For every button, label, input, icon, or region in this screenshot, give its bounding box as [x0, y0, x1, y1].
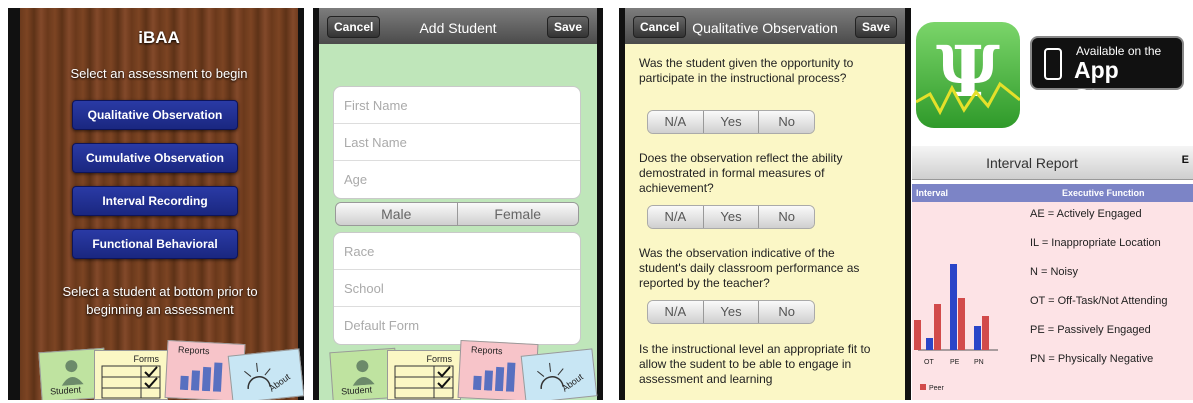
add-student-panel: Add Student Cancel Save First Name Last …	[313, 8, 603, 400]
nav-bar: Qualitative Observation Cancel Save	[625, 8, 905, 44]
checklist-icon	[394, 365, 454, 399]
app-store-caption: Available on the	[1076, 44, 1162, 58]
female-option[interactable]: Female	[456, 203, 578, 225]
bar-peer	[934, 304, 941, 350]
tab-forms[interactable]: Forms	[387, 350, 461, 400]
tab-bar: Student Forms Reports About	[319, 339, 598, 400]
legend-peer: Peer	[929, 385, 944, 392]
yes-option[interactable]: Yes	[702, 301, 759, 323]
bar-student	[926, 338, 933, 350]
legend-item: OT = Off-Task/Not Attending	[1030, 295, 1168, 307]
tab-student-label: Student	[340, 384, 373, 397]
app-store-label: App Store	[1074, 57, 1133, 110]
legend-item: IL = Inappropriate Location	[1030, 237, 1161, 249]
cancel-button[interactable]: Cancel	[327, 16, 381, 38]
student-icon	[352, 360, 375, 386]
name-fields-card: First Name Last Name Age	[333, 86, 581, 199]
tab-forms-label: Forms	[426, 354, 453, 364]
tab-bar: Student Forms Reports About	[20, 339, 304, 400]
header-interval: Interval	[916, 188, 949, 198]
interval-recording-button[interactable]: Interval Recording	[72, 186, 238, 216]
school-field[interactable]: School	[334, 270, 580, 307]
interval-chart: OT PE PN Peer	[912, 202, 1024, 400]
iphone-icon	[1044, 48, 1062, 80]
qualitative-observation-button[interactable]: Qualitative Observation	[72, 100, 238, 130]
yes-option[interactable]: Yes	[702, 206, 759, 228]
save-button[interactable]: Save	[854, 16, 897, 38]
app-logo-icon: Ψ	[916, 22, 1020, 128]
na-option[interactable]: N/A	[648, 301, 703, 323]
tick-pe: PE	[950, 359, 960, 366]
interval-report: Interval Report E Interval Executive Fun…	[912, 146, 1193, 400]
bar-peer	[982, 316, 989, 350]
bar-student	[974, 326, 981, 350]
tab-forms[interactable]: Forms	[94, 350, 168, 400]
default-form-field[interactable]: Default Form	[334, 307, 580, 344]
bar-chart-icon	[179, 362, 223, 392]
report-title: Interval Report	[986, 155, 1078, 171]
yes-option[interactable]: Yes	[702, 111, 759, 133]
interval-chart-svg: OT PE PN Peer	[914, 264, 998, 392]
tab-about[interactable]: About	[520, 348, 598, 400]
form-background: First Name Last Name Age Male Female Rac…	[319, 44, 598, 400]
answer-selector-2: N/A Yes No	[647, 205, 815, 229]
answer-selector-1: N/A Yes No	[647, 110, 815, 134]
question-1: Was the student given the opportunity to…	[639, 56, 854, 85]
assessment-prompt: Select an assessment to begin	[70, 66, 248, 81]
tab-reports-label: Reports	[470, 344, 503, 357]
first-name-field[interactable]: First Name	[334, 87, 580, 124]
header-executive-function: Executive Function	[1062, 188, 1145, 198]
questions-background: Was the student given the opportunity to…	[625, 44, 905, 400]
functional-behavioral-button[interactable]: Functional Behavioral	[72, 229, 238, 259]
race-field[interactable]: Race	[334, 233, 580, 270]
student-prompt: Select a student at bottom prior to begi…	[62, 284, 258, 317]
question-3: Was the observation indicative of the st…	[639, 246, 860, 290]
checklist-icon	[101, 365, 161, 399]
nav-bar: Add Student Cancel Save	[319, 8, 597, 44]
last-name-field[interactable]: Last Name	[334, 124, 580, 161]
legend-swatch	[920, 384, 926, 390]
question-4: Is the instructional level an appropriat…	[639, 342, 871, 386]
answer-selector-3: N/A Yes No	[647, 300, 815, 324]
no-option[interactable]: No	[758, 111, 814, 133]
app-title: iBAA	[138, 28, 180, 47]
details-fields-card: Race School Default Form	[333, 232, 581, 345]
bar-peer	[914, 320, 921, 350]
report-action-button[interactable]: E	[1182, 154, 1189, 166]
tab-reports-label: Reports	[177, 344, 210, 357]
home-screen-panel: iBAA Select an assessment to begin Quali…	[8, 8, 304, 400]
legend-item: PN = Physically Negative	[1030, 353, 1154, 365]
cumulative-observation-button[interactable]: Cumulative Observation	[72, 143, 238, 173]
tick-pn: PN	[974, 359, 984, 366]
behavior-legend: AE = Actively Engaged IL = Inappropriate…	[1024, 202, 1193, 400]
cancel-button[interactable]: Cancel	[633, 16, 687, 38]
question-2: Does the observation reflect the ability…	[639, 151, 843, 195]
legend-item: AE = Actively Engaged	[1030, 208, 1142, 220]
no-option[interactable]: No	[758, 301, 814, 323]
age-field[interactable]: Age	[334, 161, 580, 198]
no-option[interactable]: No	[758, 206, 814, 228]
na-option[interactable]: N/A	[648, 206, 703, 228]
wood-background: iBAA Select an assessment to begin Quali…	[20, 8, 304, 400]
tick-ot: OT	[924, 359, 934, 366]
gender-selector: Male Female	[335, 202, 579, 226]
report-header-row: Interval Executive Function	[912, 184, 1193, 202]
legend-item: PE = Passively Engaged	[1030, 324, 1151, 336]
qualitative-observation-panel: Qualitative Observation Cancel Save Was …	[619, 8, 911, 400]
bar-chart-icon	[472, 362, 516, 392]
app-store-badge[interactable]: Available on the App Store	[1030, 36, 1184, 110]
bar-student	[950, 264, 957, 350]
report-nav-bar: Interval Report E	[912, 146, 1193, 180]
legend-item: N = Noisy	[1030, 266, 1078, 278]
tab-forms-label: Forms	[133, 354, 160, 364]
tab-about[interactable]: About	[227, 348, 304, 400]
male-option[interactable]: Male	[336, 203, 457, 225]
na-option[interactable]: N/A	[648, 111, 703, 133]
bar-peer	[958, 298, 965, 350]
student-icon	[61, 360, 84, 386]
promo-panel: Ψ Available on the App Store Interval Re…	[912, 8, 1193, 400]
tab-student-label: Student	[49, 384, 82, 397]
save-button[interactable]: Save	[546, 16, 589, 38]
